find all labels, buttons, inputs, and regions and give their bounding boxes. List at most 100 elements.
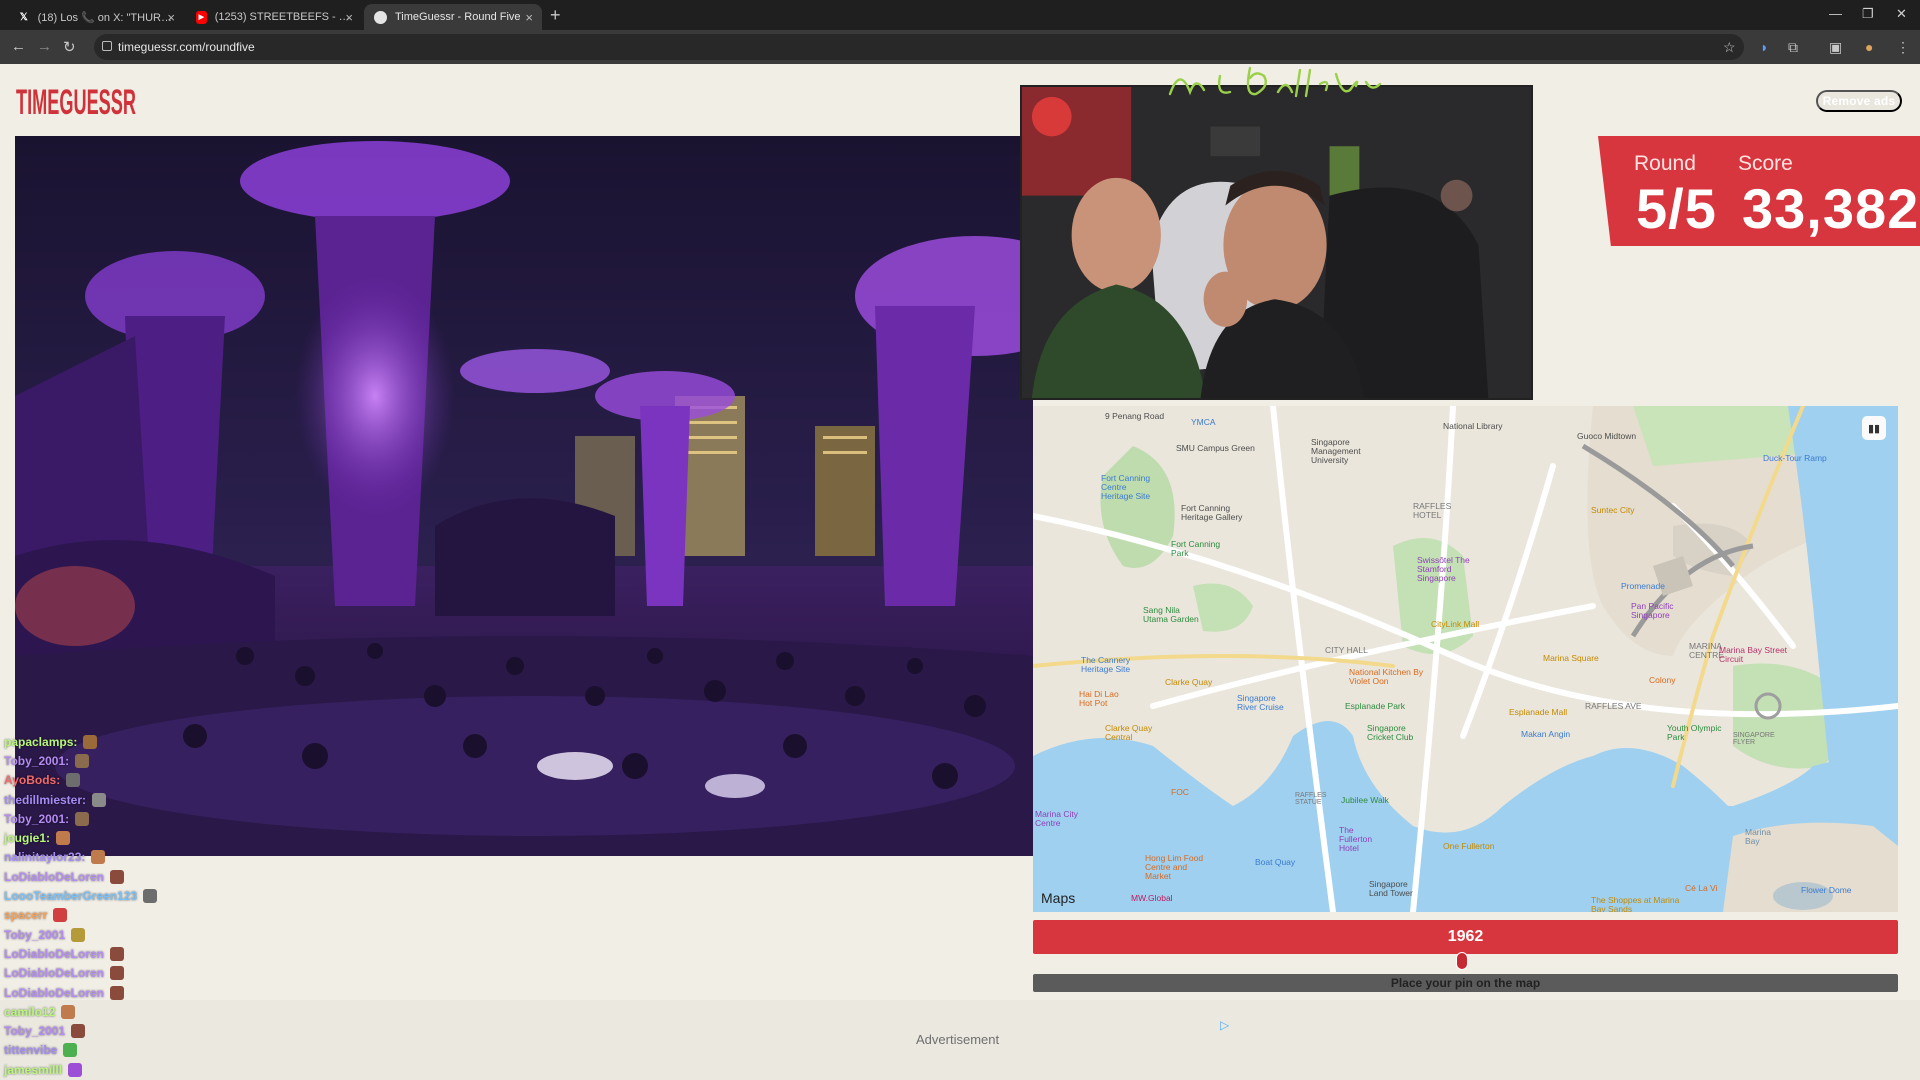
map-label-clarke-quay[interactable]: Clarke Quay: [1165, 678, 1212, 687]
round-value: 5/5: [1636, 177, 1717, 240]
reload-icon[interactable]: ↻: [63, 38, 76, 56]
site-info-icon[interactable]: [102, 41, 112, 51]
map-label-one-fullerton[interactable]: One Fullerton: [1443, 842, 1495, 851]
chat-message: Toby_2001:: [4, 751, 204, 770]
year-slider-thumb[interactable]: [1456, 952, 1468, 970]
map-label-land-tower[interactable]: Singapore Land Tower: [1369, 880, 1423, 898]
map-label-fort-canning-park[interactable]: Fort Canning Park: [1171, 540, 1227, 558]
map-label-guoco-midtown[interactable]: Guoco Midtown: [1577, 432, 1636, 441]
map-label-smu[interactable]: Singapore Management University: [1311, 438, 1371, 465]
address-bar[interactable]: timeguessr.com/roundfive: [94, 34, 1744, 60]
map-label-ce-la-vi[interactable]: Cé La Vi: [1685, 884, 1717, 893]
map-label-fullerton-hotel[interactable]: The Fullerton Hotel: [1339, 826, 1385, 853]
browser-tab-bar: 𝕏 (18) Los 📞 on X: "THURSDAY × ▶ (1253) …: [0, 0, 1920, 30]
map-label-marina-city-centre[interactable]: Marina City Centre: [1035, 810, 1079, 828]
map-label-raffles-ave[interactable]: RAFFLES AVE: [1585, 702, 1642, 711]
chat-username: papaclamps:: [4, 734, 78, 749]
map-label-ymca[interactable]: YMCA: [1191, 418, 1216, 427]
chat-emote-icon: [75, 753, 90, 768]
map-label-shoppes[interactable]: The Shoppes at Marina Bay Sands: [1591, 896, 1681, 912]
map-label-fort-canning-centre[interactable]: Fort Canning Centre Heritage Site: [1101, 474, 1159, 501]
round-label: Round: [1634, 152, 1696, 175]
stream-chat-overlay: papaclamps: Toby_2001: AyoBods: thedillmies…: [4, 732, 204, 1079]
bookmark-star-icon[interactable]: ☆: [1723, 39, 1736, 56]
map-label-clarke-quay-central[interactable]: Clarke Quay Central: [1105, 724, 1161, 742]
map-label-sang-nila[interactable]: Sang Nila Utama Garden: [1143, 606, 1207, 624]
chat-message: Toby_2001: [4, 1021, 204, 1040]
chat-message: LoooTeamberGreen123: [4, 886, 204, 905]
chat-username: LoDiabloDeLoren: [4, 985, 105, 1000]
map-label-suntec-city[interactable]: Suntec City: [1591, 506, 1634, 515]
map-label-esplanade-mall[interactable]: Esplanade Mall: [1509, 708, 1567, 717]
chat-message: tittenvibe: [4, 1041, 204, 1060]
map-label-youth-olympic-park[interactable]: Youth Olympic Park: [1667, 724, 1727, 742]
close-icon[interactable]: ×: [345, 10, 353, 25]
map-label-boat-quay[interactable]: Boat Quay: [1255, 858, 1295, 867]
map-label-city-hall[interactable]: CITY HALL: [1325, 646, 1368, 655]
map-label-pan-pacific[interactable]: Pan Pacific Singapore: [1631, 602, 1687, 620]
chat-emote-icon: [56, 831, 71, 846]
map-label-fort-canning-gallery[interactable]: Fort Canning Heritage Gallery: [1181, 504, 1255, 522]
map-label-raffles-statue[interactable]: RAFFLES STATUE: [1295, 792, 1331, 807]
map-label-river-cruise[interactable]: Singapore River Cruise: [1237, 694, 1293, 712]
chat-username: jamesmilll: [4, 1062, 63, 1077]
tab-x-post[interactable]: 𝕏 (18) Los 📞 on X: "THURSDAY ×: [8, 4, 184, 30]
logo-text: TIMEGUESSR: [16, 83, 136, 122]
map-label-hong-lim[interactable]: Hong Lim Food Centre and Market: [1145, 854, 1205, 881]
chat-username: jougie1:: [4, 831, 51, 846]
map-label-makan-angin[interactable]: Makan Angin: [1521, 730, 1570, 739]
map-label-cricket-club[interactable]: Singapore Cricket Club: [1367, 724, 1423, 742]
map-label-hai-di-lao[interactable]: Hai Di Lao Hot Pot: [1079, 690, 1125, 708]
year-display: 1962: [1033, 920, 1898, 954]
map-label-marina-square[interactable]: Marina Square: [1543, 654, 1599, 663]
map-label-smu-campus-green[interactable]: SMU Campus Green: [1176, 444, 1255, 453]
read-aloud-icon[interactable]: ◗: [1760, 39, 1768, 55]
back-icon[interactable]: ←: [11, 38, 26, 55]
chat-message: thedillmiester:: [4, 790, 204, 809]
close-icon[interactable]: ×: [525, 10, 533, 25]
guess-map[interactable]: 9 Penang Road YMCA National Library Guoc…: [1033, 406, 1898, 912]
chat-username: LoDiabloDeLoren: [4, 946, 105, 961]
profile-avatar-icon[interactable]: ●: [1865, 39, 1873, 55]
map-label-esplanade-park[interactable]: Esplanade Park: [1345, 702, 1405, 711]
map-layers-icon[interactable]: ▮▮: [1862, 416, 1886, 440]
map-label-raffles-hotel[interactable]: RAFFLES HOTEL: [1413, 502, 1451, 520]
side-panel-icon[interactable]: ▣: [1829, 39, 1842, 56]
menu-icon[interactable]: ⋮: [1896, 39, 1910, 56]
new-tab-button[interactable]: +: [550, 5, 561, 26]
map-label-colony[interactable]: Colony: [1649, 676, 1675, 685]
extensions-icon[interactable]: ⧉: [1788, 39, 1798, 56]
map-label-marina-bay-street-circuit[interactable]: Marina Bay Street Circuit: [1719, 646, 1789, 664]
map-label-marina-bay[interactable]: Marina Bay: [1745, 828, 1775, 846]
tab-youtube[interactable]: ▶ (1253) STREETBEEFS - YouTube ×: [186, 4, 362, 30]
forward-icon[interactable]: →: [37, 38, 52, 55]
chat-username: LoooTeamberGreen123: [4, 889, 138, 904]
browser-toolbar: ← → ↻ timeguessr.com/roundfive ☆ ◗ ⧉ ▣ ●…: [0, 30, 1920, 64]
map-label-promenade[interactable]: Promenade: [1621, 582, 1665, 591]
map-label-flower-dome[interactable]: Flower Dome: [1801, 886, 1852, 895]
tab-timeguessr[interactable]: TimeGuessr - Round Five ×: [364, 4, 542, 30]
map-label-foc[interactable]: FOC: [1171, 788, 1189, 797]
close-icon[interactable]: ×: [167, 10, 175, 25]
minimize-icon[interactable]: —: [1829, 6, 1842, 21]
map-label-jubilee-walk[interactable]: Jubilee Walk: [1341, 796, 1389, 805]
chat-message: jamesmilll: [4, 1060, 204, 1079]
map-label-duck-tour-ramp[interactable]: Duck-Tour Ramp: [1763, 454, 1827, 463]
timeguessr-icon: [374, 10, 387, 24]
chat-username: Toby_2001:: [4, 753, 70, 768]
map-label-citylink-mall[interactable]: CityLink Mall: [1431, 620, 1479, 629]
timeguessr-logo[interactable]: TIMEGUESSR: [14, 74, 139, 122]
restore-icon[interactable]: ❐: [1862, 6, 1874, 22]
map-label-singapore-flyer[interactable]: SINGAPORE FLYER: [1733, 732, 1777, 747]
streamer-signature: [1168, 66, 1382, 98]
place-pin-button[interactable]: Place your pin on the map: [1033, 974, 1898, 992]
map-label-mw-global[interactable]: MW.Global: [1131, 894, 1173, 903]
chat-username: LoDiabloDeLoren: [4, 869, 105, 884]
map-label-swissotel[interactable]: Swissôtel The Stamford Singapore: [1417, 556, 1483, 583]
remove-ads-button[interactable]: Remove ads: [1816, 90, 1902, 112]
ad-choices-icon[interactable]: ▷: [1220, 1018, 1229, 1032]
map-label-national-kitchen[interactable]: National Kitchen By Violet Oon: [1349, 668, 1425, 686]
map-label-cannery[interactable]: The Cannery Heritage Site: [1081, 656, 1139, 674]
window-close-icon[interactable]: ✕: [1896, 6, 1907, 22]
map-label-national-library[interactable]: National Library: [1443, 422, 1503, 431]
